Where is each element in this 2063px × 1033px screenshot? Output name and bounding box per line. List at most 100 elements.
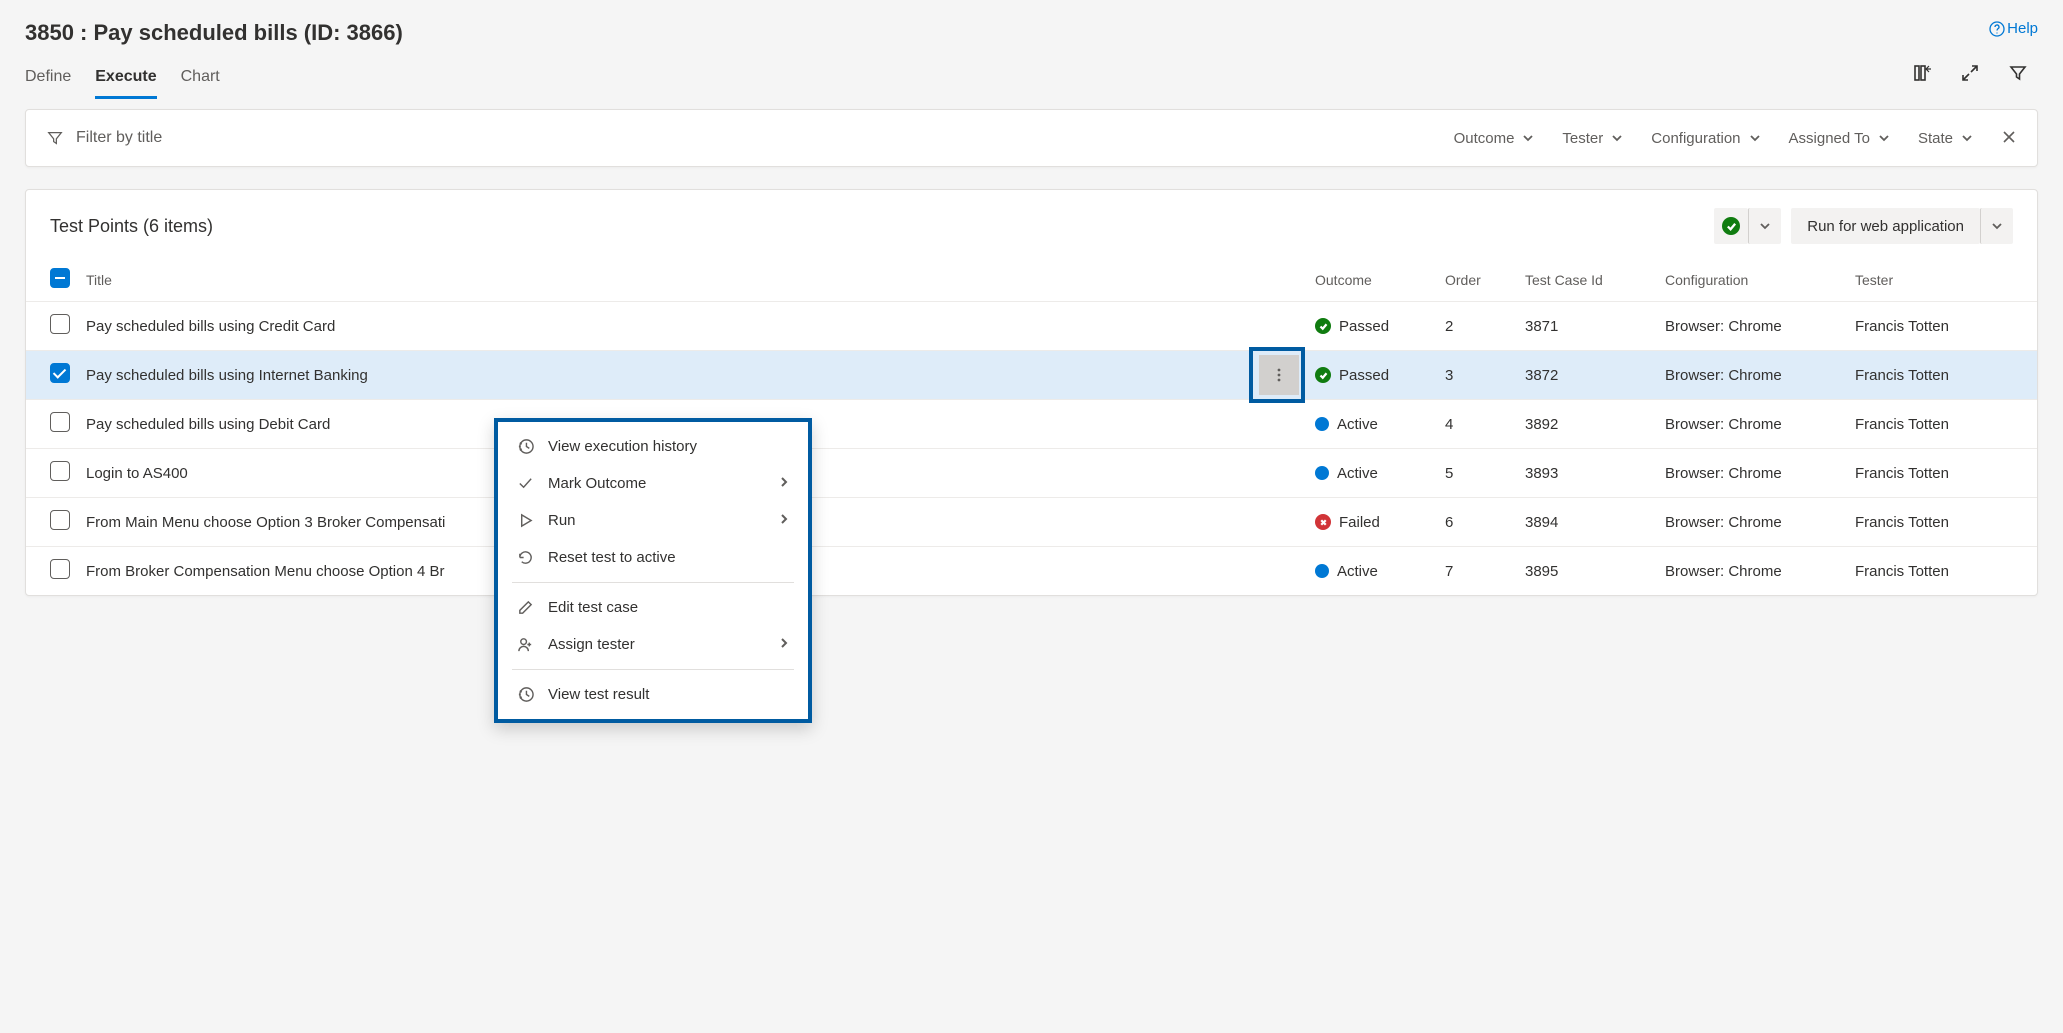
menu-separator [512,582,794,583]
row-checkbox[interactable] [50,510,70,530]
pass-icon [1722,217,1740,235]
row-outcome: Active [1337,563,1378,580]
menu-item-view-execution-history[interactable]: View execution history [498,428,808,465]
menu-item-view-test-result[interactable]: View test result [498,676,808,713]
chevron-down-icon [1522,132,1534,144]
row-testcaseid: 3892 [1517,400,1657,449]
row-configuration: Browser: Chrome [1657,449,1847,498]
menu-item-label: Reset test to active [548,549,676,566]
menu-item-run[interactable]: Run [498,502,808,539]
row-testcaseid: 3895 [1517,547,1657,596]
chip-label: Assigned To [1789,130,1870,147]
row-order: 4 [1437,400,1517,449]
mark-passed-button[interactable] [1714,208,1748,244]
table-row[interactable]: From Main Menu choose Option 3 Broker Co… [26,498,2037,547]
row-title: Pay scheduled bills using Credit Card [86,318,335,335]
row-configuration: Browser: Chrome [1657,547,1847,596]
context-menu: View execution history Mark Outcome Run Res… [494,418,812,723]
chip-label: State [1918,130,1953,147]
filter-icon[interactable] [2008,63,2028,83]
tab-execute[interactable]: Execute [95,68,156,99]
row-order: 7 [1437,547,1517,596]
history-icon [516,438,534,455]
table-row[interactable]: From Broker Compensation Menu choose Opt… [26,547,2037,596]
column-header-title[interactable]: Title [78,258,1307,302]
row-checkbox[interactable] [50,461,70,481]
row-configuration: Browser: Chrome [1657,351,1847,400]
filter-chip-state[interactable]: State [1918,130,1973,147]
chevron-down-icon [1991,220,2003,232]
reset-icon [516,549,534,566]
row-more-button[interactable] [1259,355,1299,395]
chevron-right-icon [778,636,790,653]
table-row[interactable]: Login to AS400Active53893Browser: Chrome… [26,449,2037,498]
row-checkbox[interactable] [50,363,70,383]
clear-filters-button[interactable] [2001,129,2017,148]
column-header-tester[interactable]: Tester [1847,258,2037,302]
filter-chip-configuration[interactable]: Configuration [1651,130,1760,147]
row-outcome: Active [1337,465,1378,482]
row-configuration: Browser: Chrome [1657,498,1847,547]
help-icon [1989,21,2005,37]
edit-icon [516,599,534,616]
column-header-order[interactable]: Order [1437,258,1517,302]
menu-item-assign-tester[interactable]: Assign tester [498,626,808,663]
chip-label: Configuration [1651,130,1740,147]
row-title: Pay scheduled bills using Debit Card [86,416,330,433]
row-order: 2 [1437,302,1517,351]
run-button[interactable]: Run for web application [1791,208,1980,244]
tabs: Define Execute Chart [25,68,220,99]
column-header-testcaseid[interactable]: Test Case Id [1517,258,1657,302]
row-order: 5 [1437,449,1517,498]
person-icon [516,636,534,653]
chevron-right-icon [778,475,790,492]
help-link[interactable]: Help [1989,20,2038,37]
tab-chart[interactable]: Chart [181,68,220,99]
menu-item-edit-test-case[interactable]: Edit test case [498,589,808,626]
table-row[interactable]: Pay scheduled bills using Debit Card Acti… [26,400,2037,449]
active-icon [1315,417,1329,431]
table-row[interactable]: Pay scheduled bills using Internet Banki… [26,351,2037,400]
filter-input[interactable] [76,129,356,147]
panel-title: Test Points (6 items) [50,216,213,237]
menu-item-mark-outcome[interactable]: Mark Outcome [498,465,808,502]
row-title: From Main Menu choose Option 3 Broker Co… [86,514,445,531]
select-all-checkbox[interactable] [50,268,70,288]
filter-chip-assigned-to[interactable]: Assigned To [1789,130,1890,147]
active-icon [1315,564,1329,578]
mark-outcome-dropdown[interactable] [1748,208,1781,244]
row-order: 3 [1437,351,1517,400]
test-points-table: Title Outcome Order Test Case Id Configu… [26,258,2037,595]
row-testcaseid: 3894 [1517,498,1657,547]
row-outcome: Active [1337,416,1378,433]
passed-icon [1315,367,1331,383]
page-title: 3850 : Pay scheduled bills (ID: 3866) [25,20,403,46]
more-vertical-icon [1271,367,1287,383]
passed-icon [1315,318,1331,334]
row-tester: Francis Totten [1847,351,2037,400]
menu-item-label: Mark Outcome [548,475,646,492]
failed-icon [1315,514,1331,530]
column-options-icon[interactable] [1912,63,1932,83]
menu-item-label: Edit test case [548,599,638,616]
row-checkbox[interactable] [50,314,70,334]
table-row[interactable]: Pay scheduled bills using Credit Card Pas… [26,302,2037,351]
filter-chip-outcome[interactable]: Outcome [1454,130,1535,147]
tab-define[interactable]: Define [25,68,71,99]
row-testcaseid: 3872 [1517,351,1657,400]
row-tester: Francis Totten [1847,547,2037,596]
filter-chip-tester[interactable]: Tester [1562,130,1623,147]
row-outcome: Passed [1339,367,1389,384]
menu-item-reset-test-to-active[interactable]: Reset test to active [498,539,808,576]
row-outcome: Passed [1339,318,1389,335]
fullscreen-icon[interactable] [1960,63,1980,83]
history-icon [516,686,534,703]
row-checkbox[interactable] [50,559,70,579]
column-header-configuration[interactable]: Configuration [1657,258,1847,302]
row-tester: Francis Totten [1847,498,2037,547]
chevron-down-icon [1759,220,1771,232]
column-header-outcome[interactable]: Outcome [1307,258,1437,302]
row-checkbox[interactable] [50,412,70,432]
run-dropdown[interactable] [1980,208,2013,244]
menu-item-label: View execution history [548,438,697,455]
